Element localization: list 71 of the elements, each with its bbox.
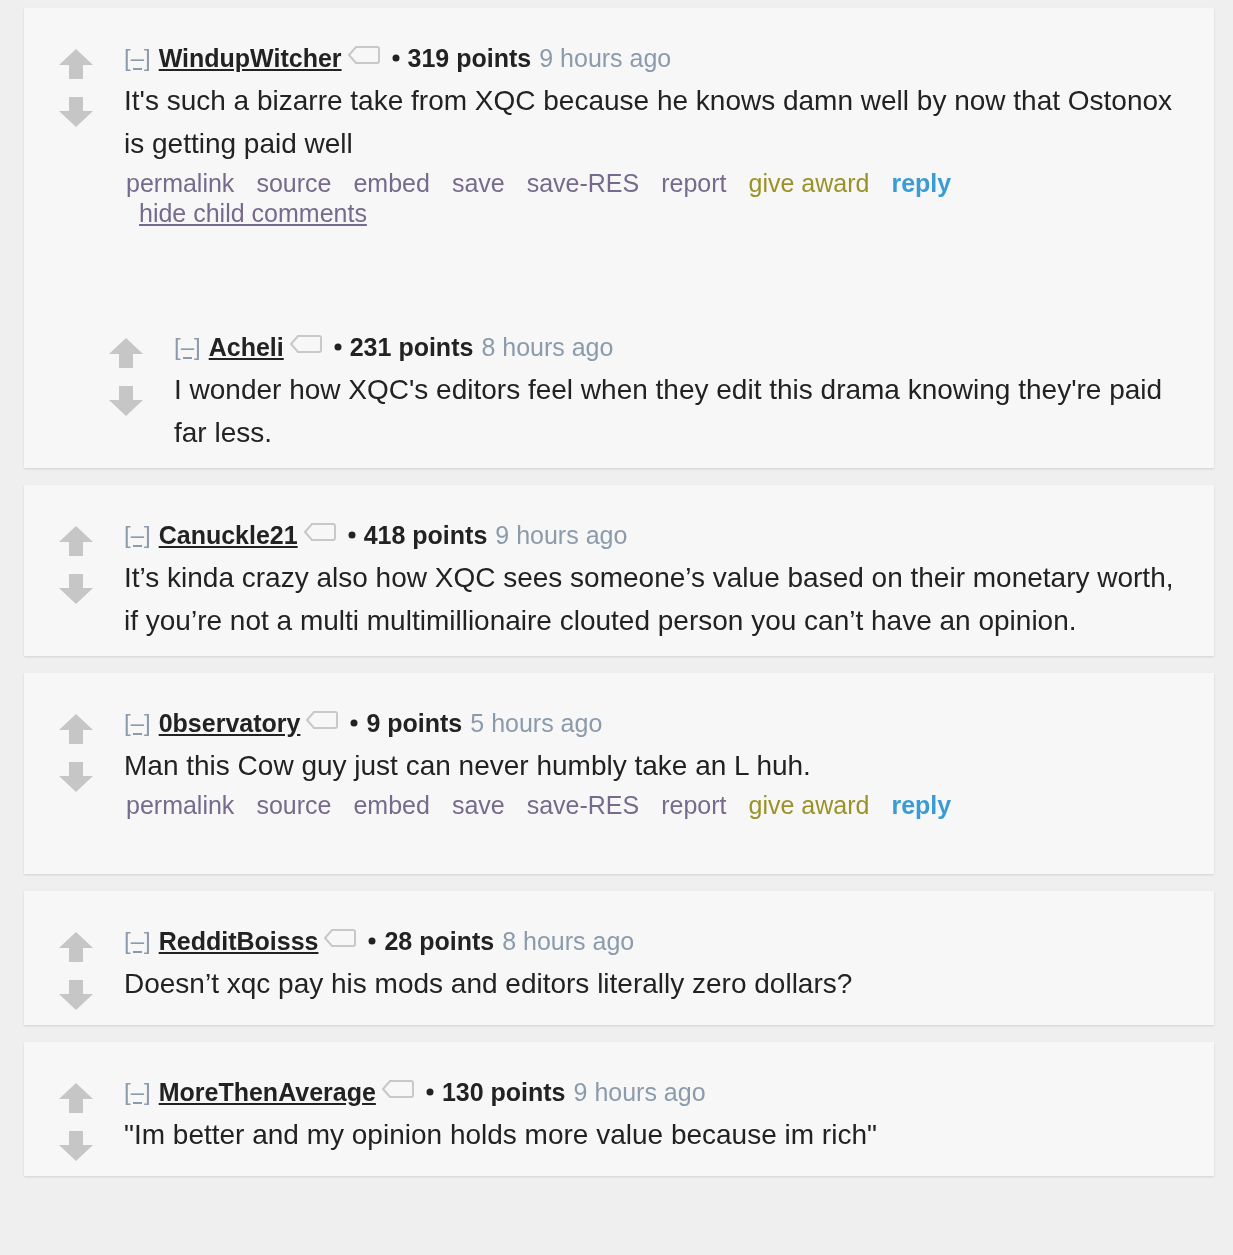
points-count: 231 points [349,332,474,363]
bullet-icon [347,531,356,539]
collapse-toggle[interactable]: [–] [124,923,151,959]
action-link[interactable]: embed [353,790,430,820]
action-link[interactable]: permalink [126,168,235,198]
bullet-icon [368,937,377,945]
downvote-arrow-icon[interactable] [58,979,94,1011]
action-link[interactable]: report [661,790,727,820]
collapse-toggle[interactable]: [–] [124,705,151,741]
upvote-arrow-icon[interactable] [58,525,94,557]
tag-icon[interactable] [324,928,357,948]
tag-icon[interactable] [381,1079,414,1099]
timestamp: 8 hours ago [502,926,635,957]
award-link[interactable]: give award [748,790,870,820]
bullet-icon [425,1088,434,1096]
tag-icon[interactable] [347,45,380,65]
upvote-arrow-icon[interactable] [58,931,94,963]
action-link[interactable]: save-RES [526,168,640,198]
action-link[interactable]: save-RES [526,790,640,820]
action-link[interactable]: embed [353,168,430,198]
upvote-arrow-icon[interactable] [58,1082,94,1114]
points-count: 28 points [384,926,495,957]
username-link[interactable]: Canuckle21 [158,517,298,553]
points-count: 9 points [366,708,463,739]
timestamp: 9 hours ago [539,43,672,74]
comment-text: Man this Cow guy just can never humbly take an L huh. [124,749,812,783]
tag-icon[interactable] [303,522,336,542]
action-link[interactable]: source [256,790,332,820]
downvote-arrow-icon[interactable] [58,1130,94,1162]
bullet-icon [350,719,359,727]
timestamp: 8 hours ago [481,332,614,363]
upvote-arrow-icon[interactable] [108,337,144,369]
comment-text: I wonder how XQC's editors feel when they edit this drama knowing they're paid far less. [174,373,1164,450]
username-link[interactable]: RedditBoisss [158,923,319,959]
timestamp: 9 hours ago [495,520,628,551]
username-link[interactable]: Acheli [208,329,284,365]
points-count: 319 points [407,43,532,74]
action-link[interactable]: permalink [126,790,235,820]
upvote-arrow-icon[interactable] [58,48,94,80]
tag-icon[interactable] [289,334,322,354]
reply-link[interactable]: reply [891,168,952,198]
comment-text: "Im better and my opinion holds more value because im rich" [124,1118,878,1152]
reply-link[interactable]: reply [891,790,952,820]
downvote-arrow-icon[interactable] [108,385,144,417]
comment-text: Doesn’t xqc pay his mods and editors literally zero dollars? [124,967,854,1001]
timestamp: 9 hours ago [573,1077,706,1108]
username-link[interactable]: 0bservatory [158,705,301,741]
downvote-arrow-icon[interactable] [58,761,94,793]
action-link[interactable]: save [451,790,505,820]
upvote-arrow-icon[interactable] [58,713,94,745]
award-link[interactable]: give award [748,168,870,198]
downvote-arrow-icon[interactable] [58,573,94,605]
timestamp: 5 hours ago [470,708,603,739]
points-count: 130 points [441,1077,566,1108]
username-link[interactable]: WindupWitcher [158,40,342,76]
comment-text: It's such a bizarre take from XQC because he knows damn well by now that Ostonox is getting paid well [124,84,1174,161]
collapse-toggle[interactable]: [–] [124,1074,151,1110]
action-link[interactable]: report [661,168,727,198]
tag-icon[interactable] [306,710,339,730]
downvote-arrow-icon[interactable] [58,96,94,128]
collapse-toggle[interactable]: [–] [124,40,151,76]
username-link[interactable]: MoreThenAverage [158,1074,376,1110]
collapse-toggle[interactable]: [–] [124,517,151,553]
action-link[interactable]: source [256,168,332,198]
hide-children-link[interactable]: hide child comments [139,198,367,228]
action-link[interactable]: save [451,168,505,198]
comment-text: It’s kinda crazy also how XQC sees someone’s value based on their monetary worth, if you’re not a multi multimillionaire clouted person you can’t have an opinion. [124,561,1174,638]
collapse-toggle[interactable]: [–] [174,329,201,365]
points-count: 418 points [363,520,488,551]
bullet-icon [333,343,342,351]
bullet-icon [391,54,400,62]
